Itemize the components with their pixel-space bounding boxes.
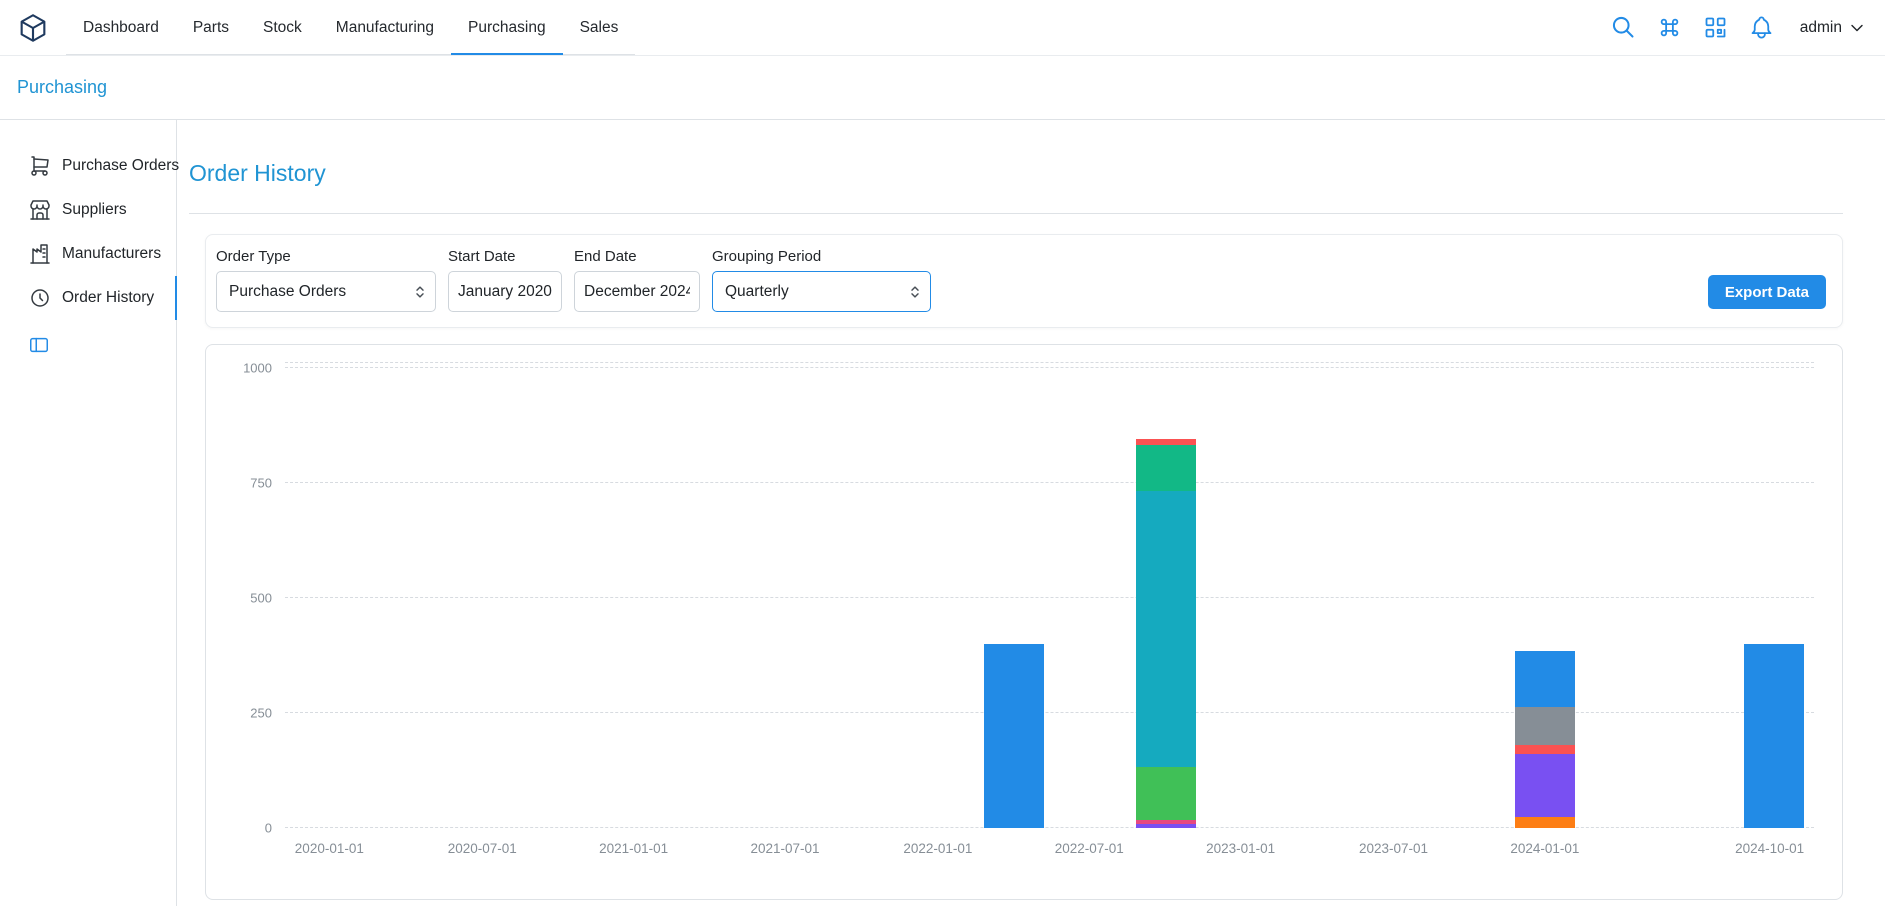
grouping-period-field: Grouping Period Quarterly xyxy=(712,248,931,312)
x-axis-tick-label: 2021-07-01 xyxy=(750,841,819,856)
sidebar-item-label: Purchase Orders xyxy=(62,157,179,175)
x-axis-tick-label: 2024-01-01 xyxy=(1510,841,1579,856)
chart-gridline xyxy=(285,827,1814,828)
chart-bar[interactable] xyxy=(1744,363,1804,828)
chart-bar-segment[interactable] xyxy=(984,644,1044,828)
command-palette-icon[interactable] xyxy=(1656,14,1683,41)
x-axis-tick-label: 2020-07-01 xyxy=(448,841,517,856)
sidebar-item-label: Order History xyxy=(62,289,154,307)
chart-bar[interactable] xyxy=(1136,363,1196,828)
x-axis-tick-label: 2020-01-01 xyxy=(295,841,364,856)
x-axis-tick-label: 2021-01-01 xyxy=(599,841,668,856)
chart-bar-segment[interactable] xyxy=(1136,767,1196,820)
grouping-period-label: Grouping Period xyxy=(712,248,931,265)
username: admin xyxy=(1800,19,1842,37)
y-axis-tick-label: 500 xyxy=(250,590,272,605)
page-title: Order History xyxy=(189,160,1843,187)
end-date-label: End Date xyxy=(574,248,700,265)
app-logo-icon[interactable] xyxy=(16,11,50,45)
content-area: Purchase Orders Suppliers M xyxy=(0,120,1885,906)
chart-bar-segment[interactable] xyxy=(1515,745,1575,754)
export-data-button[interactable]: Export Data xyxy=(1708,275,1826,309)
chart-bar[interactable] xyxy=(1515,363,1575,828)
chevron-down-icon xyxy=(1847,18,1867,38)
chart-bar-segment[interactable] xyxy=(1744,644,1804,828)
order-history-chart-card: 0 250 500 750 1000 2020-01-01 2020-07-01 2021-0… xyxy=(205,344,1843,900)
y-axis-tick-label: 0 xyxy=(265,821,272,836)
tab-dashboard[interactable]: Dashboard xyxy=(66,0,176,55)
x-axis-tick-label: 2024-10-01 xyxy=(1735,841,1804,856)
user-menu[interactable]: admin xyxy=(1800,18,1867,38)
chart-bar-segment[interactable] xyxy=(1136,491,1196,767)
chart-bar-segment[interactable] xyxy=(1515,707,1575,745)
breadcrumb: Purchasing xyxy=(0,56,1885,120)
order-type-value: Purchase Orders xyxy=(229,283,346,301)
tab-sales[interactable]: Sales xyxy=(563,0,636,55)
chart-gridline xyxy=(285,367,1814,368)
order-type-select[interactable]: Purchase Orders xyxy=(216,271,436,312)
chart-bar-segment[interactable] xyxy=(1136,445,1196,491)
sidebar: Purchase Orders Suppliers M xyxy=(0,120,177,906)
chart-gridline xyxy=(285,597,1814,598)
sidebar-collapse-icon[interactable] xyxy=(28,334,50,356)
x-axis-tick-label: 2022-07-01 xyxy=(1055,841,1124,856)
chart-bar-segment[interactable] xyxy=(1515,754,1575,816)
chart-bar[interactable] xyxy=(984,363,1044,828)
tab-manufacturing[interactable]: Manufacturing xyxy=(319,0,451,55)
search-icon[interactable] xyxy=(1610,14,1637,41)
x-axis-tick-label: 2022-01-01 xyxy=(903,841,972,856)
sidebar-item-suppliers[interactable]: Suppliers xyxy=(0,188,176,232)
tab-purchasing[interactable]: Purchasing xyxy=(451,0,563,55)
title-divider xyxy=(189,213,1843,214)
navbar-actions: admin xyxy=(1610,0,1885,55)
end-date-field: End Date xyxy=(574,248,700,312)
tab-parts[interactable]: Parts xyxy=(176,0,246,55)
sidebar-item-label: Suppliers xyxy=(62,201,127,219)
grouping-period-value: Quarterly xyxy=(725,283,789,301)
start-date-field: Start Date xyxy=(448,248,562,312)
main-panel: Order History Order Type Purchase Orders… xyxy=(177,120,1885,906)
chart-gridline xyxy=(285,482,1814,483)
chart-gridline xyxy=(285,362,1814,363)
select-chevrons-icon xyxy=(411,283,429,301)
sidebar-item-label: Manufacturers xyxy=(62,245,161,263)
chart-plot-area[interactable]: 025050075010002020-01-012020-07-012021-0… xyxy=(285,363,1814,828)
tab-stock[interactable]: Stock xyxy=(246,0,319,55)
y-axis-tick-label: 750 xyxy=(250,475,272,490)
order-type-field: Order Type Purchase Orders xyxy=(216,248,436,312)
order-type-label: Order Type xyxy=(216,248,436,265)
filter-panel: Order Type Purchase Orders Start Date En… xyxy=(205,234,1843,328)
chart-bar-segment[interactable] xyxy=(1515,651,1575,708)
end-date-input[interactable] xyxy=(574,271,700,312)
sidebar-item-purchase-orders[interactable]: Purchase Orders xyxy=(0,144,176,188)
y-axis-tick-label: 250 xyxy=(250,705,272,720)
breadcrumb-purchasing[interactable]: Purchasing xyxy=(17,77,107,98)
history-clock-icon xyxy=(28,286,52,310)
main-nav-tabs: Dashboard Parts Stock Manufacturing Purc… xyxy=(66,0,635,55)
shopping-cart-icon xyxy=(28,154,52,178)
notification-bell-icon[interactable] xyxy=(1748,14,1775,41)
start-date-input[interactable] xyxy=(448,271,562,312)
chart-bar-segment[interactable] xyxy=(1515,817,1575,829)
select-chevrons-icon xyxy=(906,283,924,301)
x-axis-tick-label: 2023-01-01 xyxy=(1206,841,1275,856)
grouping-period-select[interactable]: Quarterly xyxy=(712,271,931,312)
chart-gridline xyxy=(285,712,1814,713)
y-axis-tick-label: 1000 xyxy=(243,360,272,375)
building-store-icon xyxy=(28,198,52,222)
sidebar-item-order-history[interactable]: Order History xyxy=(0,276,176,320)
x-axis-tick-label: 2023-07-01 xyxy=(1359,841,1428,856)
top-navbar: Dashboard Parts Stock Manufacturing Purc… xyxy=(0,0,1885,56)
barcode-scan-icon[interactable] xyxy=(1702,14,1729,41)
chart-bar-segment[interactable] xyxy=(1136,824,1196,828)
start-date-label: Start Date xyxy=(448,248,562,265)
factory-icon xyxy=(28,242,52,266)
sidebar-item-manufacturers[interactable]: Manufacturers xyxy=(0,232,176,276)
